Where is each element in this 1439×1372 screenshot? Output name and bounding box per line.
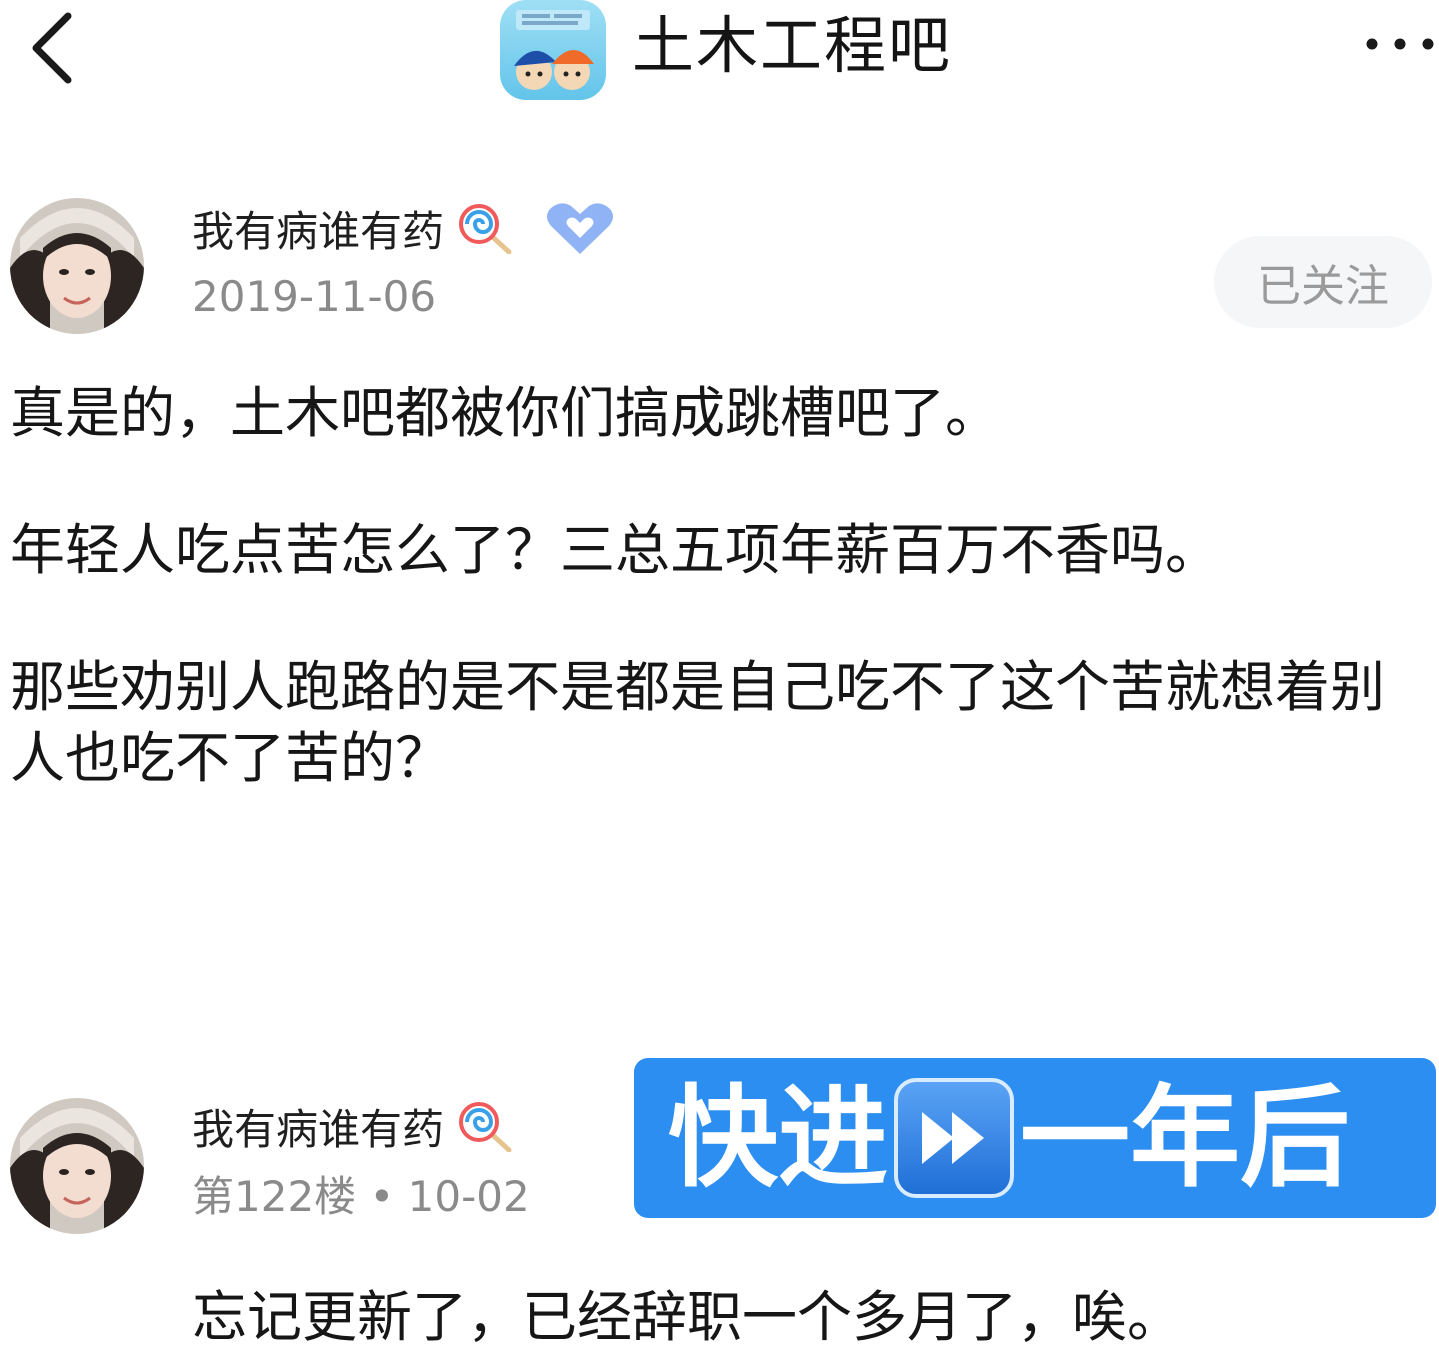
post-paragraph: 年轻人吃点苦怎么了？三总五项年薪百万不香吗。 (10, 518, 1221, 582)
reply-floor: 第122楼 (192, 1172, 357, 1221)
back-button[interactable] (22, 6, 92, 86)
avatar-photo (10, 1098, 144, 1234)
lollipop-emoji-icon (459, 1102, 512, 1153)
top-bar: 土木工程吧 (0, 0, 1439, 100)
reply-content: 忘记更新了，已经辞职一个多月了，唉。 (192, 1285, 1183, 1349)
forum-logo-icon (514, 10, 594, 90)
banner-text-before: 快进 (668, 1074, 888, 1202)
more-dots-icon (1366, 38, 1434, 50)
meta-separator: • (369, 1172, 408, 1221)
heart-badge-icon[interactable] (543, 200, 617, 256)
author-avatar[interactable] (10, 198, 144, 334)
forum-title[interactable]: 土木工程吧 (632, 10, 952, 82)
fast-forward-icon (894, 1078, 1014, 1198)
post-content: 真是的，土木吧都被你们搞成跳槽吧了。 年轻人吃点苦怎么了？三总五项年薪百万不香吗… (10, 378, 1430, 794)
more-button[interactable] (1362, 14, 1438, 70)
reply-date: 10-02 (407, 1172, 530, 1221)
follow-button[interactable]: 已关注 (1214, 236, 1432, 328)
lollipop-emoji-icon (459, 204, 512, 255)
avatar-photo (10, 198, 144, 334)
banner-text-after: 一年后 (1020, 1074, 1350, 1202)
post-paragraph: 那些劝别人跑路的是不是都是自己吃不了这个苦就想着别人也吃不了苦的？ (10, 655, 1386, 790)
post-date: 2019-11-06 (192, 272, 437, 321)
reply-meta: 第122楼 • 10-02 (192, 1172, 530, 1222)
forum-avatar[interactable] (500, 0, 606, 100)
reply-author-row: 我有病谁有药 (192, 1100, 517, 1156)
reply-author-avatar[interactable] (10, 1098, 144, 1234)
reply-author-name[interactable]: 我有病谁有药 (192, 1105, 444, 1154)
fast-forward-banner: 快进 一年后 (634, 1058, 1436, 1218)
chevron-left-icon (32, 12, 72, 84)
post-paragraph: 真是的，土木吧都被你们搞成跳槽吧了。 (10, 381, 1001, 445)
author-name-row: 我有病谁有药 (192, 200, 617, 258)
author-name[interactable]: 我有病谁有药 (192, 207, 444, 256)
